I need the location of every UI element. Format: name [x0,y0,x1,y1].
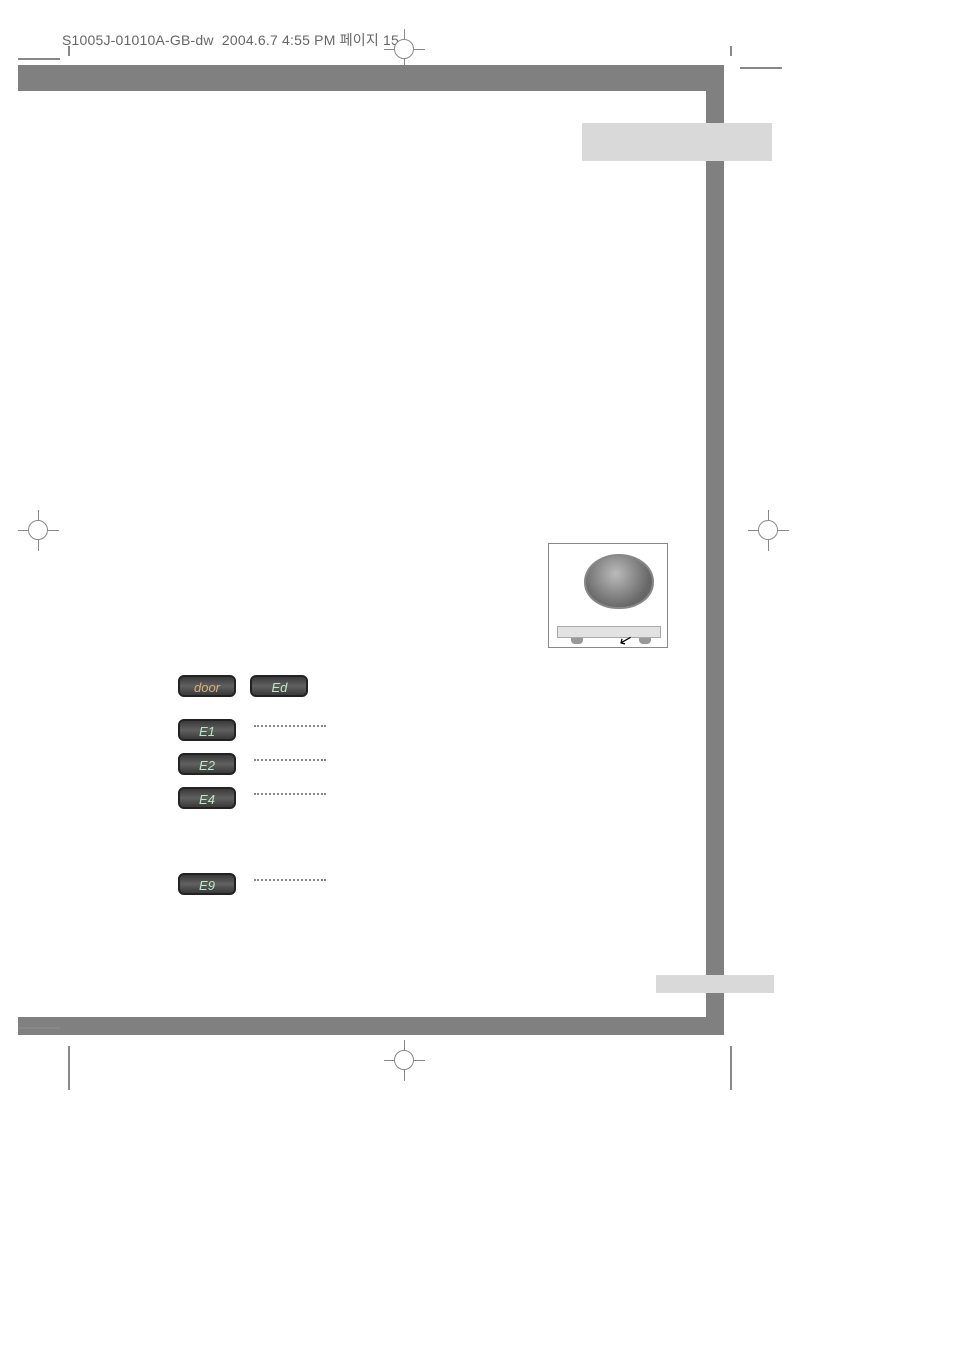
error-code-e2: E2 [178,753,236,775]
crop-mark [68,1046,70,1090]
crop-mark [730,1046,732,1090]
crop-mark [730,46,732,56]
page-number-box [656,975,774,993]
title-shade [582,123,772,161]
crop-mark [18,1027,60,1029]
registration-mark-bottom [384,1040,425,1081]
registration-mark-top [384,29,425,70]
crop-mark [18,58,60,60]
doc-id: S1005J-01010A-GB-dw [62,32,214,48]
doc-timestamp: 2004.6.7 4:55 PM [222,32,336,48]
print-header: S1005J-01010A-GB-dw 2004.6.7 4:55 PM 페이지… [62,30,399,50]
registration-mark-right [748,510,789,551]
appliance-illustration: ↙ [548,543,668,648]
error-code-e9: E9 [178,873,236,895]
page-border-bottom [18,1017,724,1035]
registration-mark-left [18,510,59,551]
error-code-ed: Ed [250,675,308,697]
error-code-e1: E1 [178,719,236,741]
crop-mark [740,67,782,69]
crop-mark [68,46,70,56]
page-border-top [18,65,724,91]
error-code-list: door Ed E1 E2 E4 E9 [178,675,326,907]
error-code-door: door [178,675,236,697]
title-box [350,123,582,161]
page-border-right [706,65,724,1035]
error-code-e4: E4 [178,787,236,809]
